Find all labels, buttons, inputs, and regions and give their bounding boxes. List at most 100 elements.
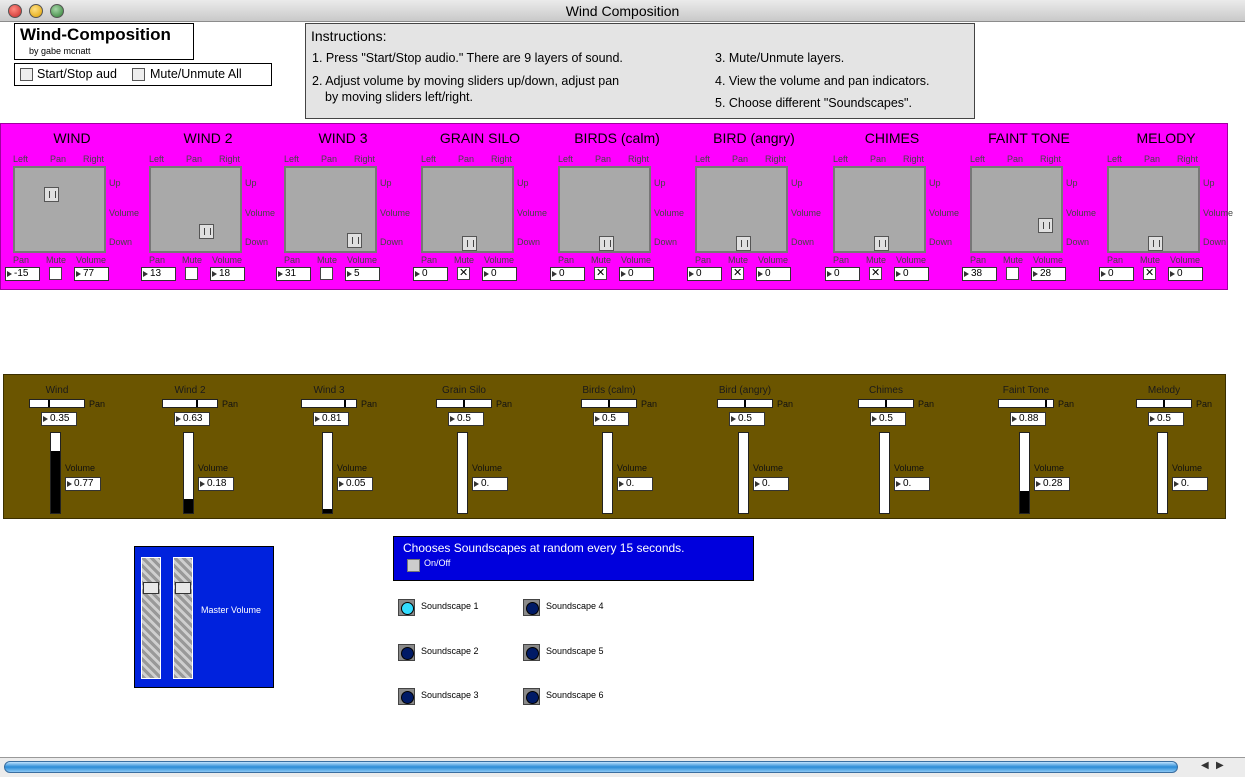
soundscape-radio[interactable]	[398, 599, 415, 616]
layer-control: WIND Left Pan Right Up Volume Down Pan Mute Volum…	[4, 124, 140, 290]
soundscape-radio[interactable]	[523, 688, 540, 705]
instructions-heading: Instructions:	[311, 28, 387, 44]
master-volume-right-slider[interactable]	[173, 557, 193, 679]
pan-volume-pad[interactable]	[149, 166, 242, 253]
mute-checkbox[interactable]	[1143, 266, 1156, 280]
pan-volume-pad[interactable]	[833, 166, 926, 253]
volume-value-box: 0.	[617, 477, 653, 491]
pad-knob[interactable]	[736, 236, 751, 251]
scrollbar-thumb[interactable]	[4, 761, 1178, 773]
scroll-right-icon[interactable]: ▶	[1216, 760, 1224, 771]
layer-indicator: Melody Pan 0.5 Volume 0.	[1112, 375, 1245, 520]
close-window-button[interactable]	[8, 4, 22, 18]
horizontal-scrollbar[interactable]: ◀ ▶	[0, 757, 1245, 777]
pad-right-label: Right	[1040, 154, 1062, 164]
pan-number-box[interactable]: 0	[687, 267, 722, 281]
window-title: Wind Composition	[565, 3, 680, 19]
pad-knob[interactable]	[1148, 236, 1163, 251]
volume-number-box[interactable]: 0	[894, 267, 929, 281]
pan-volume-pad[interactable]	[284, 166, 377, 253]
layer-indicator: Wind 3 Pan 0.81 Volume 0.05	[277, 375, 413, 520]
volume-indicator-bar	[322, 432, 333, 514]
slider-knob[interactable]	[143, 582, 159, 594]
pan-number-box[interactable]: 31	[276, 267, 311, 281]
global-toggles: Start/Stop aud Mute/Unmute All	[14, 63, 272, 86]
volume-number-box[interactable]: 77	[74, 267, 109, 281]
pad-up-label: Up	[654, 178, 666, 188]
pad-knob[interactable]	[199, 224, 214, 239]
volume-number-box[interactable]: 0	[1168, 267, 1203, 281]
soundscape-radio[interactable]	[398, 688, 415, 705]
pan-number-box[interactable]: 0	[825, 267, 860, 281]
pan-indicator-label: Pan	[1058, 399, 1075, 409]
layer-name: BIRD (angry)	[713, 130, 795, 146]
pan-number-box[interactable]: 0	[1099, 267, 1134, 281]
mute-checkbox[interactable]	[49, 267, 62, 280]
master-volume-left-slider[interactable]	[141, 557, 161, 679]
volume-number-box[interactable]: 18	[210, 267, 245, 281]
volume-number-box[interactable]: 0	[756, 267, 791, 281]
pad-knob[interactable]	[599, 236, 614, 251]
mute-label: Mute	[1140, 255, 1161, 265]
layer-name: GRAIN SILO	[439, 130, 521, 146]
pan-number-box[interactable]: 0	[413, 267, 448, 281]
volume-indicator-bar	[879, 432, 890, 514]
pan-indicator-bar	[717, 399, 773, 408]
volume-number-box[interactable]: 0	[619, 267, 654, 281]
mute-checkbox[interactable]	[1006, 267, 1019, 280]
pan-volume-pad[interactable]	[558, 166, 651, 253]
pan-indicator-bar	[162, 399, 218, 408]
mute-checkbox[interactable]	[457, 266, 470, 280]
scroll-left-icon[interactable]: ◀	[1201, 760, 1209, 771]
pan-value-box: 0.35	[41, 412, 77, 426]
pan-indicator-mark	[1045, 400, 1047, 407]
window-titlebar: Wind Composition	[0, 0, 1245, 22]
volume-indicator-fill	[323, 509, 332, 513]
soundscape-label: Soundscape 1	[421, 601, 479, 611]
random-onoff-checkbox[interactable]	[407, 559, 420, 572]
pad-knob[interactable]	[347, 233, 362, 248]
slider-knob[interactable]	[175, 582, 191, 594]
pan-indicator-mark	[48, 400, 50, 407]
soundscape-radio[interactable]	[523, 599, 540, 616]
pan-volume-pad[interactable]	[421, 166, 514, 253]
pad-up-label: Up	[517, 178, 529, 188]
volume-number-box[interactable]: 28	[1031, 267, 1066, 281]
volume-indicator-fill	[184, 499, 193, 513]
mute-checkbox[interactable]	[869, 266, 882, 280]
zoom-window-button[interactable]	[50, 4, 64, 18]
soundscape-radio[interactable]	[398, 644, 415, 661]
pan-volume-pad[interactable]	[13, 166, 106, 253]
pad-knob[interactable]	[1038, 218, 1053, 233]
soundscape-radio[interactable]	[523, 644, 540, 661]
pan-number-box[interactable]: 13	[141, 267, 176, 281]
mute-checkbox[interactable]	[320, 267, 333, 280]
minimize-window-button[interactable]	[29, 4, 43, 18]
pad-up-label: Up	[791, 178, 803, 188]
volume-number-box[interactable]: 5	[345, 267, 380, 281]
volume-field-label: Volume	[1170, 255, 1201, 265]
volume-number-box[interactable]: 0	[482, 267, 517, 281]
pan-volume-pad[interactable]	[695, 166, 788, 253]
random-soundscape-panel: Chooses Soundscapes at random every 15 s…	[393, 536, 754, 581]
mute-checkbox[interactable]	[594, 266, 607, 280]
mute-checkbox[interactable]	[731, 266, 744, 280]
pan-volume-pad[interactable]	[1107, 166, 1200, 253]
layer-name: WIND 3	[318, 130, 368, 146]
pad-knob[interactable]	[874, 236, 889, 251]
pad-knob[interactable]	[462, 236, 477, 251]
indicator-name: Wind	[45, 385, 69, 396]
pan-number-box[interactable]: 0	[550, 267, 585, 281]
pan-volume-pad[interactable]	[970, 166, 1063, 253]
pan-value-box: 0.5	[870, 412, 906, 426]
instruction-1: 1. Press "Start/Stop audio." There are 9…	[312, 51, 623, 65]
mute-all-checkbox[interactable]	[132, 68, 145, 81]
pan-number-box[interactable]: -15	[5, 267, 40, 281]
pad-knob[interactable]	[44, 187, 59, 202]
mute-checkbox[interactable]	[185, 267, 198, 280]
pad-down-label: Down	[791, 237, 815, 247]
start-stop-checkbox[interactable]	[20, 68, 33, 81]
pan-number-box[interactable]: 38	[962, 267, 997, 281]
pan-field-label: Pan	[13, 255, 30, 265]
layer-indicator: Birds (calm) Pan 0.5 Volume 0.	[557, 375, 693, 520]
